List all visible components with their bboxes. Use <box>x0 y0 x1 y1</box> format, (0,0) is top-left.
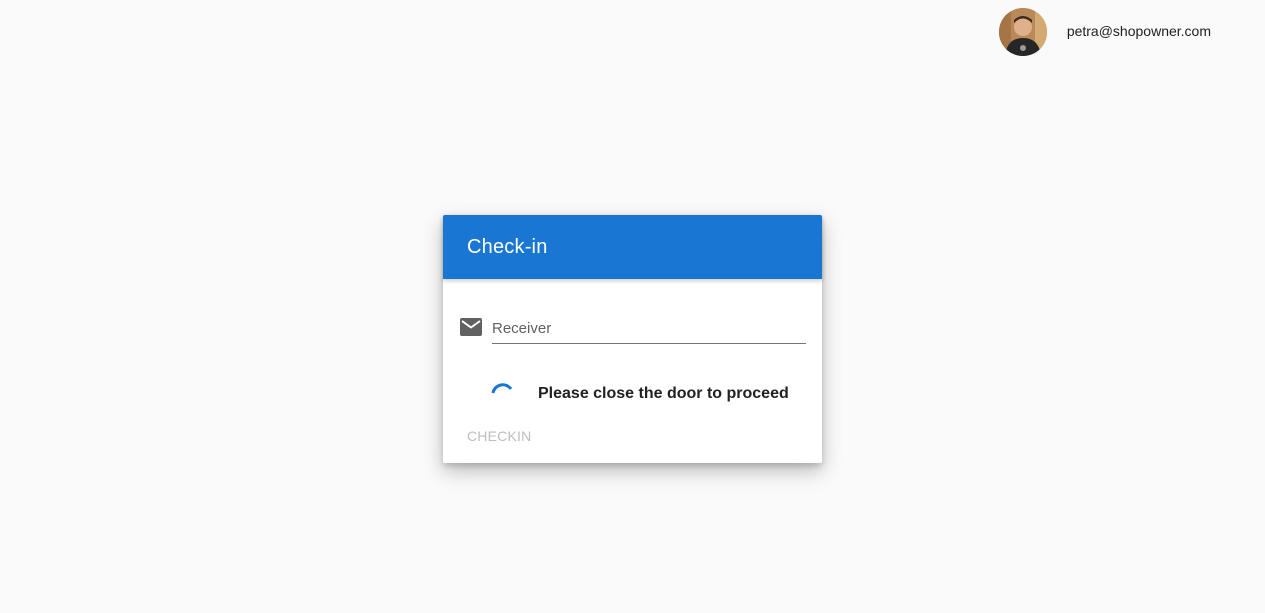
status-message: Please close the door to proceed <box>538 385 789 402</box>
receiver-input[interactable] <box>492 314 806 344</box>
receiver-field <box>460 314 806 344</box>
user-email[interactable]: petra@shopowner.com <box>1067 23 1211 39</box>
avatar-photo-icon <box>998 7 1047 56</box>
checkin-dialog: Check-in Please close the door to procee… <box>443 215 822 463</box>
mail-icon <box>460 318 482 336</box>
dialog-title: Check-in <box>467 235 548 258</box>
user-menu[interactable]: petra@shopowner.com <box>998 7 1211 56</box>
loading-spinner-icon <box>487 379 517 409</box>
user-avatar[interactable] <box>998 7 1047 56</box>
dialog-header: Check-in <box>443 215 822 279</box>
status-row: Please close the door to proceed <box>479 375 809 415</box>
checkin-button[interactable]: CHECKIN <box>459 421 539 451</box>
